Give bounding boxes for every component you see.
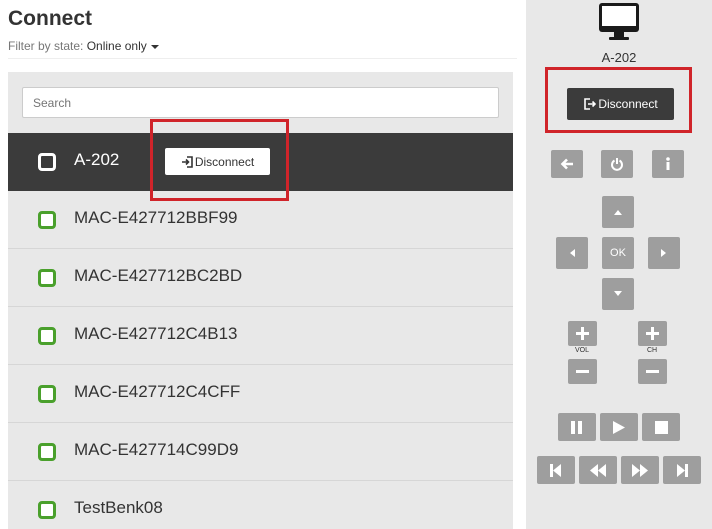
device-row[interactable]: MAC-E427712BC2BD — [8, 249, 513, 307]
filter-value[interactable]: Online only — [87, 39, 147, 53]
device-row[interactable]: MAC-E427714C99D9 — [8, 423, 513, 481]
pause-icon — [571, 420, 582, 434]
highlight-box — [545, 67, 692, 133]
rewind-icon — [590, 463, 606, 477]
channel-up-button[interactable] — [638, 321, 667, 346]
device-name: A-202 — [74, 150, 120, 169]
device-checkbox[interactable] — [38, 153, 56, 171]
volume-down-button[interactable] — [568, 359, 597, 384]
device-checkbox[interactable] — [38, 501, 56, 519]
device-row[interactable]: TestBenk08 — [8, 481, 513, 529]
power-button[interactable] — [601, 150, 633, 178]
power-icon — [611, 158, 623, 171]
down-button[interactable] — [602, 278, 634, 310]
device-checkbox[interactable] — [38, 327, 56, 345]
ok-button[interactable]: OK — [602, 237, 634, 269]
info-button[interactable] — [652, 150, 684, 178]
minus-icon — [646, 370, 659, 373]
skip-end-button[interactable] — [663, 456, 701, 484]
highlight-box — [150, 119, 289, 201]
right-button[interactable] — [648, 237, 680, 269]
caret-down-icon[interactable] — [150, 44, 159, 49]
plus-icon — [646, 327, 659, 340]
back-button[interactable] — [551, 150, 583, 178]
divider — [8, 58, 517, 59]
down-icon — [614, 291, 622, 296]
filter-label: Filter by state: — [8, 39, 84, 53]
page-title: Connect — [8, 7, 92, 30]
skip-end-icon — [677, 463, 688, 477]
device-row[interactable]: MAC-E427712C4B13 — [8, 307, 513, 365]
device-name: TestBenk08 — [74, 498, 163, 517]
info-icon — [666, 157, 670, 170]
ok-label: OK — [610, 247, 626, 259]
device-name: MAC-E427712BC2BD — [74, 266, 243, 285]
up-icon — [614, 210, 622, 215]
right-icon — [661, 249, 666, 257]
skip-start-button[interactable] — [537, 456, 575, 484]
fast-forward-icon — [632, 463, 648, 477]
device-checkbox[interactable] — [38, 385, 56, 403]
device-name: MAC-E427712BBF99 — [74, 208, 238, 227]
device-name: MAC-E427712C4CFF — [74, 382, 241, 401]
minus-icon — [576, 370, 589, 373]
back-icon — [560, 158, 573, 170]
device-checkbox[interactable] — [38, 443, 56, 461]
pause-button[interactable] — [558, 413, 596, 441]
play-button[interactable] — [600, 413, 638, 441]
stop-button[interactable] — [642, 413, 680, 441]
search-input[interactable] — [22, 87, 499, 118]
device-name: MAC-E427714C99D9 — [74, 440, 239, 459]
volume-label: VOL — [574, 347, 589, 354]
connected-device-name: A-202 — [601, 50, 637, 65]
monitor-icon — [599, 3, 639, 40]
volume-up-button[interactable] — [568, 321, 597, 346]
device-name: MAC-E427712C4B13 — [74, 324, 238, 343]
fast-forward-button[interactable] — [621, 456, 659, 484]
stop-icon — [654, 420, 668, 434]
device-row[interactable]: MAC-E427712C4CFF — [8, 365, 513, 423]
device-checkbox[interactable] — [38, 269, 56, 287]
left-icon — [570, 249, 575, 257]
skip-start-icon — [550, 463, 561, 477]
channel-down-button[interactable] — [638, 359, 667, 384]
channel-label: CH — [646, 347, 658, 354]
state-filter[interactable]: Filter by state: Online only — [8, 39, 159, 53]
play-icon — [613, 420, 625, 434]
rewind-button[interactable] — [579, 456, 617, 484]
up-button[interactable] — [602, 196, 634, 228]
device-checkbox[interactable] — [38, 211, 56, 229]
left-button[interactable] — [556, 237, 588, 269]
connect-pane: Connect Filter by state: Online only A-2… — [0, 0, 525, 529]
plus-icon — [576, 327, 589, 340]
remote-control-panel: A-202 Disconnect OK VOL CH — [526, 0, 712, 529]
